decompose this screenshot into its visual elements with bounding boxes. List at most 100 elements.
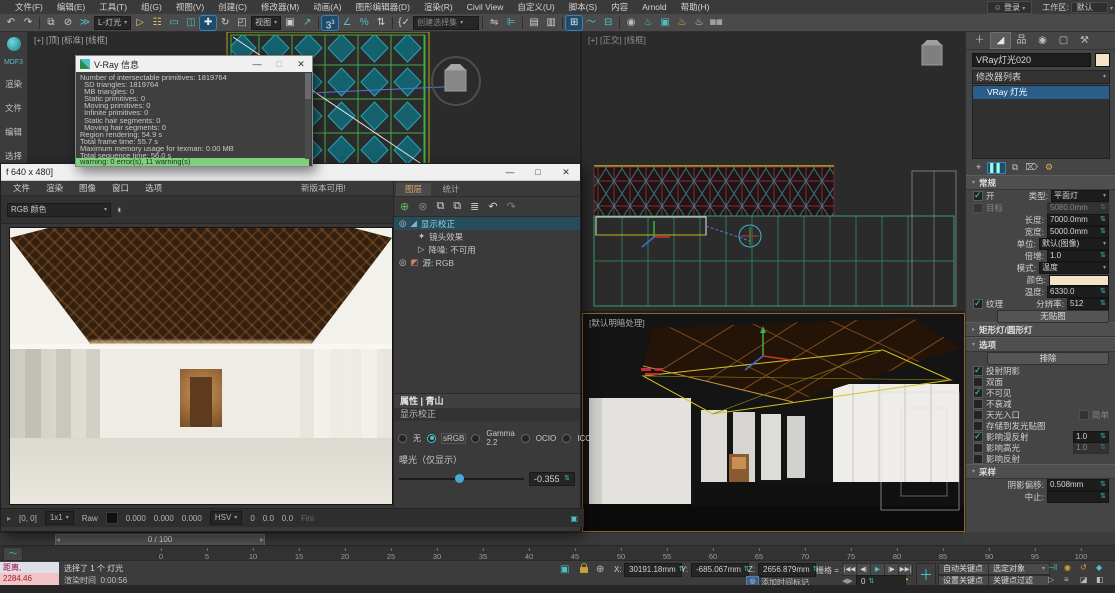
vfb-menu-render[interactable]: 渲染 xyxy=(46,182,63,194)
light-type-dropdown[interactable]: 平面灯▾ xyxy=(1051,190,1109,202)
radio-icc[interactable] xyxy=(562,434,571,443)
configure-modifier-icon[interactable]: ⚙ xyxy=(1045,162,1053,173)
undo-icon[interactable]: ↶ xyxy=(3,16,19,30)
load-preset-icon[interactable]: ⧉ xyxy=(453,200,461,213)
vfb-menu-window[interactable]: 窗口 xyxy=(112,182,129,194)
vfb-menu-file[interactable]: 文件 xyxy=(13,182,30,194)
select-and-manipulate-icon[interactable]: ↗ xyxy=(299,16,315,30)
transform-gizmo-icon[interactable]: ⊕ xyxy=(596,564,604,575)
zoom-region-icon[interactable]: ◪ xyxy=(1080,575,1088,584)
ribbon-toggle-icon[interactable]: ⊞ xyxy=(566,16,582,30)
affect-diffuse-checkbox[interactable] xyxy=(973,432,983,442)
object-color-swatch[interactable] xyxy=(1095,53,1110,67)
tab-display-icon[interactable]: ▢ xyxy=(1054,33,1073,48)
vfb-menu-image[interactable]: 图像 xyxy=(79,182,96,194)
reference-coordinate-dropdown[interactable]: 视图▾ xyxy=(251,16,281,30)
select-by-name-icon[interactable]: ☷ xyxy=(149,16,165,30)
time-slider[interactable]: ◂ 0 / 100 ▸ xyxy=(0,532,963,546)
viewport-splitter-horizontal[interactable] xyxy=(582,311,965,313)
light-on-checkbox[interactable] xyxy=(973,191,983,201)
rollout-general[interactable]: ▾常规 xyxy=(966,175,1115,190)
rollout-rect-light[interactable]: ▸矩形灯/圆形灯 xyxy=(966,322,1115,337)
vfb-display-correction-icon[interactable]: ◐ xyxy=(117,204,124,216)
link-icon[interactable]: ⧉ xyxy=(43,16,59,30)
rollout-options[interactable]: ▾选项 xyxy=(966,337,1115,352)
radio-ocio[interactable] xyxy=(521,434,530,443)
add-layer-icon[interactable]: ⊕ xyxy=(400,200,409,213)
scene-explorer-icon[interactable]: ▤ xyxy=(526,16,542,30)
render-production-icon[interactable]: ♨ xyxy=(674,16,690,30)
vfb-dock-icon[interactable]: ▣ xyxy=(570,514,578,523)
edit-named-selections-icon[interactable]: {✓ xyxy=(396,16,412,30)
width-field[interactable]: 5000.0mm⇅ xyxy=(1047,226,1109,238)
radio-gamma[interactable] xyxy=(471,434,480,443)
object-name-field[interactable]: VRay灯光020 xyxy=(972,53,1091,67)
double-sided-checkbox[interactable] xyxy=(973,377,983,387)
menu-item[interactable]: 内容 xyxy=(604,1,635,13)
layer-denoiser[interactable]: ▷ 降噪: 不可用 xyxy=(394,243,580,256)
vray-info-minimize-icon[interactable]: — xyxy=(246,57,268,72)
store-irradiance-checkbox[interactable] xyxy=(973,421,983,431)
vfb-zoom-dropdown[interactable]: 1x1▾ xyxy=(45,511,74,525)
vfb-maximize-icon[interactable]: □ xyxy=(524,165,552,180)
dock-item-render[interactable]: 渲染 xyxy=(0,78,27,90)
light-color-swatch[interactable] xyxy=(1049,275,1109,286)
curve-editor-icon[interactable]: 〜 xyxy=(583,16,599,30)
save-preset-icon[interactable]: ⧉ xyxy=(436,200,444,213)
menu-item[interactable]: 修改器(M) xyxy=(254,1,306,13)
redo-correction-icon[interactable]: ↷ xyxy=(507,200,516,213)
selection-region-icon[interactable]: ▣ xyxy=(560,564,569,575)
cutoff-field[interactable]: ⇅ xyxy=(1047,491,1109,503)
viewport-top-label[interactable]: [+] [顶] [标准] [线框] xyxy=(34,34,107,46)
show-end-result-icon[interactable]: ▌▌ xyxy=(988,163,1005,173)
vfb-tab-layers[interactable]: 图层 xyxy=(396,183,431,196)
viewport-layout-icon[interactable]: ▦▦ xyxy=(708,16,724,30)
delete-layer-icon[interactable]: ⊗ xyxy=(418,200,427,213)
affect-specular-checkbox[interactable] xyxy=(973,443,983,453)
zoom-icon[interactable]: ▷ xyxy=(1048,575,1054,584)
skylight-portal-checkbox[interactable] xyxy=(973,410,983,420)
field-of-view-icon[interactable]: ◧ xyxy=(1096,575,1104,584)
menu-item[interactable]: 文件(F) xyxy=(8,1,50,13)
menu-item[interactable]: 动画(A) xyxy=(306,1,348,13)
select-and-rotate-icon[interactable]: ↻ xyxy=(217,16,233,30)
rendered-image[interactable] xyxy=(9,227,393,505)
texture-checkbox[interactable] xyxy=(973,299,983,309)
invisible-checkbox[interactable] xyxy=(973,388,983,398)
maxscript-listener-line1[interactable]: 距离, xyxy=(0,562,59,573)
cast-shadows-checkbox[interactable] xyxy=(973,366,983,376)
resolution-field[interactable]: 512⇅ xyxy=(1067,298,1109,310)
selection-lock-icon[interactable] xyxy=(580,567,588,573)
login-dropdown[interactable]: ☺ 登录 ▾ xyxy=(987,1,1033,14)
vfb-tab-stats[interactable]: 统计 xyxy=(434,183,469,196)
angle-snap-icon[interactable]: ∠ xyxy=(339,16,355,30)
zoom-extents-icon[interactable]: ≡ xyxy=(1064,575,1069,584)
snap-toggle-icon[interactable]: 33 xyxy=(322,16,338,30)
affect-reflections-checkbox[interactable] xyxy=(973,454,983,464)
spinner-snap-icon[interactable]: ⇅ xyxy=(373,16,389,30)
tab-motion-icon[interactable]: ◉ xyxy=(1033,33,1052,48)
exposure-value-field[interactable]: -0.355⇅ xyxy=(529,472,575,486)
radio-srgb[interactable] xyxy=(427,434,436,443)
layer-source-rgb[interactable]: ◎ ◩ 源: RGB xyxy=(394,256,580,269)
target-checkbox[interactable] xyxy=(973,203,983,213)
vfb-close-icon[interactable]: ✕ xyxy=(552,165,580,180)
vfb-hsv-dropdown[interactable]: HSV▾ xyxy=(210,511,242,525)
menu-item[interactable]: Arnold xyxy=(635,2,674,12)
pan-icon[interactable]: ◉ xyxy=(1064,563,1071,572)
shadow-bias-field[interactable]: 0.508mm⇅ xyxy=(1047,479,1109,491)
menu-item[interactable]: 帮助(H) xyxy=(674,1,717,13)
affect-specular-field[interactable]: 1.0⇅ xyxy=(1073,442,1109,454)
menu-item[interactable]: 组(G) xyxy=(134,1,169,13)
exposure-slider[interactable] xyxy=(399,478,524,480)
frame-step-icon[interactable]: ◀▶ xyxy=(842,577,853,585)
length-field[interactable]: 7000.0mm⇅ xyxy=(1047,214,1109,226)
vfb-minimize-icon[interactable]: — xyxy=(496,165,524,180)
z-coord-field[interactable]: 2656.879mm⇅ xyxy=(758,563,816,577)
render-iterative-icon[interactable]: ♨ xyxy=(691,16,707,30)
selection-set-dropdown[interactable]: 选定对象▾ xyxy=(988,563,1050,575)
track-bar[interactable]: 〜 05101520253035404550556065707580859095… xyxy=(0,545,1115,561)
tab-hierarchy-icon[interactable]: 品 xyxy=(1012,33,1031,48)
mode-dropdown[interactable]: 温度▾ xyxy=(1039,262,1109,274)
mirror-icon[interactable]: ⇋ xyxy=(486,16,502,30)
